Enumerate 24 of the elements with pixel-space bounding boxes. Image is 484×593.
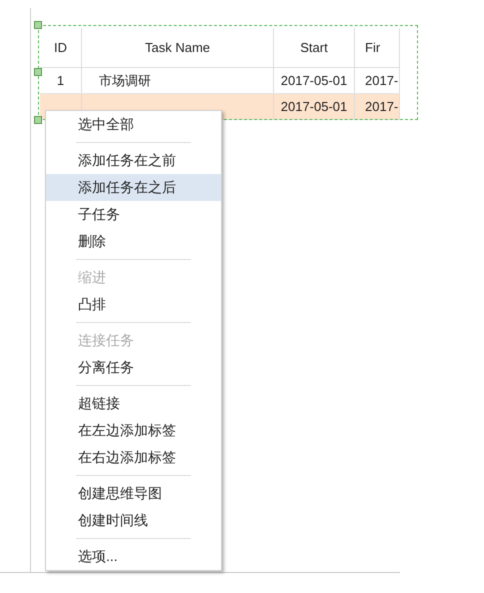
table-row[interactable]: 1 市场调研 2017-05-01 2017- — [40, 68, 400, 94]
menu-item[interactable]: 在右边添加标签 — [46, 444, 221, 471]
menu-item[interactable]: 超链接 — [46, 390, 221, 417]
menu-item[interactable]: 删除 — [46, 228, 221, 255]
menu-item[interactable]: 创建时间线 — [46, 507, 221, 534]
menu-item[interactable]: 分离任务 — [46, 354, 221, 381]
menu-item[interactable]: 添加任务在之前 — [46, 147, 221, 174]
table-cell: 2017- — [355, 68, 400, 93]
column-header: Task Name — [82, 28, 274, 67]
table-cell: 市场调研 — [82, 68, 274, 93]
selection-handle[interactable] — [34, 68, 42, 76]
column-header: Start — [274, 28, 355, 67]
menu-item[interactable]: 创建思维导图 — [46, 480, 221, 507]
table-cell: 2017-05-01 — [274, 68, 355, 93]
column-header: Fir — [355, 28, 400, 67]
menu-item[interactable]: 在左边添加标签 — [46, 417, 221, 444]
menu-item[interactable]: 子任务 — [46, 201, 221, 228]
menu-item[interactable]: 选项... — [46, 543, 221, 570]
table-cell: 2017- — [355, 94, 400, 119]
menu-item[interactable]: 添加任务在之后 — [46, 174, 221, 201]
selection-handle[interactable] — [34, 116, 42, 124]
table-cell: 2017-05-01 — [274, 94, 355, 119]
selection-handle[interactable] — [34, 21, 42, 29]
menu-item[interactable]: 凸排 — [46, 291, 221, 318]
